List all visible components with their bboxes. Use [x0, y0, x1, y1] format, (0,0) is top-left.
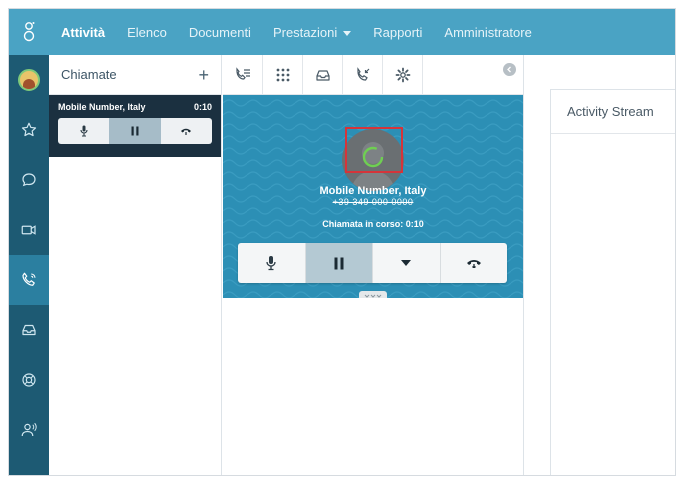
- calls-panel: Chiamate + Mobile Number, Italy 0:10: [49, 55, 222, 475]
- rail-favorites[interactable]: [9, 105, 49, 155]
- voicemail-inbox-button[interactable]: [303, 55, 343, 95]
- gear-icon: [395, 67, 410, 83]
- rail-chat[interactable]: [9, 155, 49, 205]
- call-list-button[interactable]: [223, 55, 263, 95]
- app-logo-icon[interactable]: [9, 9, 49, 55]
- rail-phone[interactable]: [9, 255, 49, 305]
- phone-history-icon: [356, 67, 369, 81]
- chevron-down-icon: [343, 30, 352, 36]
- pause-icon: [334, 257, 344, 269]
- calls-title: Chiamate: [61, 67, 117, 82]
- rail-support[interactable]: [9, 355, 49, 405]
- call-controls: [238, 243, 507, 283]
- nav-amministratore[interactable]: Amministratore: [444, 25, 531, 40]
- phone-icon: [22, 272, 36, 286]
- top-nav: Attività Elenco Documenti Prestazioni Ra…: [9, 9, 675, 55]
- hold-button[interactable]: [305, 243, 373, 283]
- hangup-button[interactable]: [441, 243, 508, 283]
- rail-user-voice[interactable]: [9, 405, 49, 455]
- add-call-button[interactable]: +: [198, 66, 209, 84]
- nav-elenco[interactable]: Elenco: [127, 25, 167, 40]
- activity-stream-title: Activity Stream: [551, 90, 675, 134]
- inbox-icon: [22, 324, 36, 336]
- app-window: Attività Elenco Documenti Prestazioni Ra…: [8, 8, 676, 476]
- support-icon: [22, 373, 36, 387]
- nav-rapporti[interactable]: Rapporti: [373, 25, 422, 40]
- call-toolbar: [223, 55, 523, 95]
- left-rail: [9, 55, 49, 475]
- inbox-icon: [315, 70, 330, 81]
- avatar: [18, 69, 40, 91]
- calls-header: Chiamate +: [49, 55, 221, 95]
- more-options-button[interactable]: [373, 243, 441, 283]
- nav-documenti[interactable]: Documenti: [189, 25, 251, 40]
- caller-number: +39 349 000 0000: [332, 197, 414, 207]
- caret-down-icon: [401, 260, 412, 266]
- hangup-icon: [466, 260, 481, 268]
- nav-prestazioni[interactable]: Prestazioni: [272, 24, 352, 40]
- microphone-icon: [266, 256, 276, 271]
- mini-hangup-button[interactable]: [161, 118, 212, 144]
- phone-list-icon: [235, 67, 250, 80]
- active-call-pane: Mobile Number, Italy +39 349 000 0000 Ch…: [223, 95, 523, 298]
- pause-icon: [131, 126, 139, 136]
- collapse-panel-button[interactable]: [503, 63, 516, 76]
- activity-stream-panel: Activity Stream: [550, 89, 675, 475]
- hangup-icon: [181, 128, 192, 135]
- active-call-card[interactable]: Mobile Number, Italy 0:10: [49, 95, 221, 157]
- dialpad-icon: [276, 68, 289, 82]
- call-status: Chiamata in corso: 0:10: [322, 219, 424, 229]
- video-icon: [21, 225, 36, 235]
- pane-divider: [523, 55, 524, 475]
- call-card-controls: [58, 118, 212, 144]
- mute-button[interactable]: [238, 243, 306, 283]
- mini-hold-button[interactable]: [109, 118, 161, 144]
- mini-mute-button[interactable]: [58, 118, 109, 144]
- rail-video[interactable]: [9, 205, 49, 255]
- expand-handle[interactable]: [359, 291, 387, 298]
- call-details-area: [223, 298, 523, 475]
- dialpad-button[interactable]: [263, 55, 303, 95]
- chevron-left-icon: [507, 66, 511, 73]
- rail-inbox[interactable]: [9, 305, 49, 355]
- call-card-name: Mobile Number, Italy: [58, 102, 146, 112]
- star-icon: [21, 122, 37, 137]
- highlight-box: [345, 127, 403, 173]
- caller-name: Mobile Number, Italy: [319, 185, 427, 197]
- call-card-duration: 0:10: [193, 102, 212, 112]
- user-voice-icon: [21, 422, 37, 437]
- call-history-button[interactable]: [343, 55, 383, 95]
- nav-attivita[interactable]: Attività: [61, 25, 105, 40]
- call-settings-button[interactable]: [383, 55, 423, 95]
- chat-icon: [22, 173, 36, 187]
- rail-avatar[interactable]: [9, 55, 49, 105]
- microphone-icon: [80, 125, 88, 137]
- nav-prestazioni-label: Prestazioni: [272, 24, 338, 40]
